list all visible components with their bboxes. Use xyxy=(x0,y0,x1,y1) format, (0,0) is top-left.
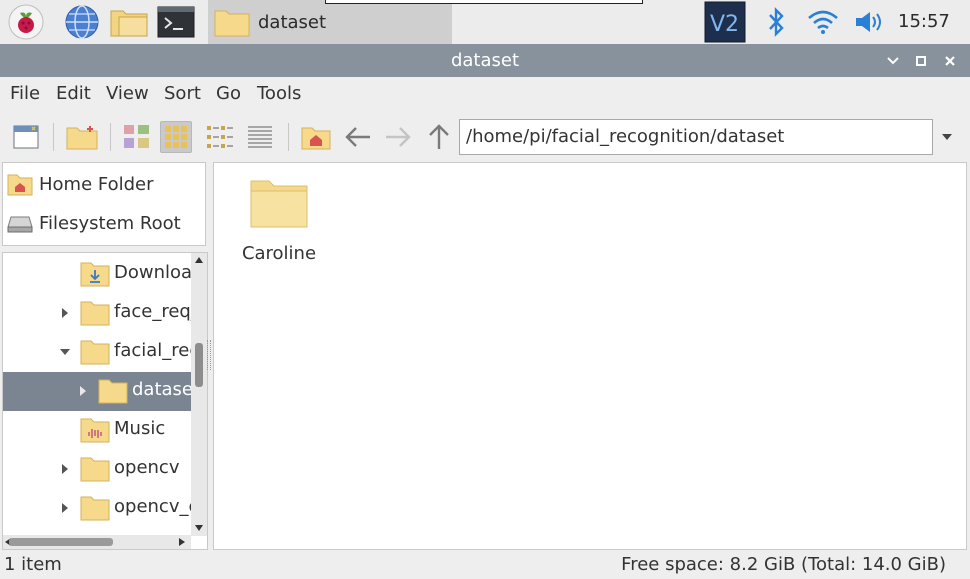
music-folder-icon xyxy=(80,418,110,443)
volume-icon[interactable] xyxy=(851,0,887,44)
tree-node[interactable]: face_req_ xyxy=(3,294,191,333)
window-title: dataset xyxy=(450,50,520,71)
web-browser-icon[interactable] xyxy=(62,2,102,42)
tree-node-label: opencv_c xyxy=(114,496,191,517)
file-label: Caroline xyxy=(241,243,317,264)
maximize-icon[interactable] xyxy=(912,52,930,70)
places-panel: Home Folder Filesystem Root xyxy=(2,162,206,246)
tree-node[interactable]: opencv_c xyxy=(3,489,191,528)
tree-node-label: Downloa xyxy=(114,262,191,283)
tree-node[interactable]: facial_rec xyxy=(3,333,191,372)
collapsed-toggle-icon[interactable] xyxy=(60,463,70,475)
place-filesystem-root[interactable]: Filesystem Root xyxy=(3,204,203,242)
file-manager-icon[interactable] xyxy=(109,2,149,42)
tree-node-label: opencv xyxy=(114,457,180,478)
tree-node[interactable]: Downloa xyxy=(3,255,191,294)
downloads-folder-icon xyxy=(80,262,110,287)
home-icon[interactable] xyxy=(300,121,332,153)
menu-view[interactable]: View xyxy=(106,83,149,104)
minimize-icon[interactable] xyxy=(884,52,902,70)
folder-icon xyxy=(80,340,110,365)
place-home-folder[interactable]: Home Folder xyxy=(3,165,203,203)
item-count: 1 item xyxy=(4,554,62,575)
tree-node-label: Music xyxy=(114,418,166,439)
pane-resize-handle[interactable] xyxy=(207,340,211,370)
toolbar: /home/pi/facial_recognition/dataset xyxy=(0,113,970,161)
compact-view-icon[interactable] xyxy=(204,121,236,153)
icon-view-icon[interactable] xyxy=(160,121,192,153)
taskbar-task-dataset[interactable]: dataset xyxy=(208,0,452,44)
directory-tree: Downloa face_req_ facial_recdatase Music ope… xyxy=(2,252,208,550)
tree-scroll-thumb[interactable] xyxy=(195,343,203,387)
vnc-icon[interactable]: V2 xyxy=(703,0,747,44)
toolbar-separator xyxy=(53,123,54,151)
toolbar-separator xyxy=(288,123,289,151)
menubar: File Edit View Sort Go Tools xyxy=(0,77,970,113)
path-input[interactable]: /home/pi/facial_recognition/dataset xyxy=(459,119,933,155)
close-icon[interactable] xyxy=(941,52,959,70)
list-view-icon[interactable] xyxy=(244,121,276,153)
tree-vertical-scrollbar[interactable] xyxy=(191,253,207,536)
menu-edit[interactable]: Edit xyxy=(56,83,91,104)
expanded-toggle-icon[interactable] xyxy=(60,346,70,358)
menu-go[interactable]: Go xyxy=(216,83,241,104)
folder-icon xyxy=(80,496,110,521)
place-label: Home Folder xyxy=(39,173,154,195)
collapsed-toggle-icon[interactable] xyxy=(78,385,88,397)
drive-icon xyxy=(7,216,33,233)
tree-node-label: face_req_ xyxy=(114,301,191,322)
tree-hscroll-thumb[interactable] xyxy=(9,538,113,546)
tree-node-label: facial_rec xyxy=(114,340,191,361)
tree-node[interactable]: datase xyxy=(3,372,191,411)
new-window-icon[interactable] xyxy=(10,121,42,153)
thumbnail-view-icon[interactable] xyxy=(121,121,153,153)
menu-sort[interactable]: Sort xyxy=(164,83,201,104)
new-folder-icon[interactable] xyxy=(66,121,98,153)
scroll-up-icon[interactable] xyxy=(195,257,203,263)
collapsed-toggle-icon[interactable] xyxy=(60,502,70,514)
folder-icon xyxy=(80,457,110,482)
scroll-right-icon[interactable] xyxy=(179,538,185,546)
menu-tools[interactable]: Tools xyxy=(257,83,301,104)
folder-icon xyxy=(98,379,128,404)
file-item[interactable]: Caroline xyxy=(234,173,324,264)
scroll-down-icon[interactable] xyxy=(195,525,203,531)
tree-horizontal-scrollbar[interactable] xyxy=(3,535,191,549)
folder-icon xyxy=(214,10,250,37)
tree-node-label: datase xyxy=(132,379,191,400)
terminal-icon[interactable] xyxy=(156,2,196,42)
folder-icon xyxy=(80,301,110,326)
status-bar: 1 item Free space: 8.2 GiB (Total: 14.0 … xyxy=(0,552,970,579)
tree-node[interactable]: Music xyxy=(3,411,191,450)
collapsed-toggle-icon[interactable] xyxy=(60,307,70,319)
svg-text:V2: V2 xyxy=(710,12,739,37)
taskbar-task-label: dataset xyxy=(258,11,327,33)
clock[interactable]: 15:57 xyxy=(898,0,950,44)
place-label: Filesystem Root xyxy=(39,212,181,234)
chevron-down-icon[interactable] xyxy=(936,121,958,153)
toolbar-separator xyxy=(110,123,111,151)
home-folder-icon xyxy=(7,174,33,196)
window-titlebar[interactable]: dataset xyxy=(0,44,970,77)
folder-icon xyxy=(250,180,308,228)
window-edge xyxy=(325,0,643,4)
bluetooth-icon[interactable] xyxy=(762,0,790,44)
taskbar: dataset V2 15:57 xyxy=(0,0,970,44)
menu-file[interactable]: File xyxy=(10,83,40,104)
raspberry-menu-icon[interactable] xyxy=(6,2,46,42)
free-space: Free space: 8.2 GiB (Total: 14.0 GiB) xyxy=(621,554,946,575)
back-arrow-icon[interactable] xyxy=(342,121,374,153)
wifi-icon[interactable] xyxy=(806,0,840,44)
file-view[interactable]: Caroline xyxy=(213,162,967,550)
forward-arrow-icon[interactable] xyxy=(382,121,414,153)
up-arrow-icon[interactable] xyxy=(423,121,455,153)
tree-node[interactable]: opencv xyxy=(3,450,191,489)
